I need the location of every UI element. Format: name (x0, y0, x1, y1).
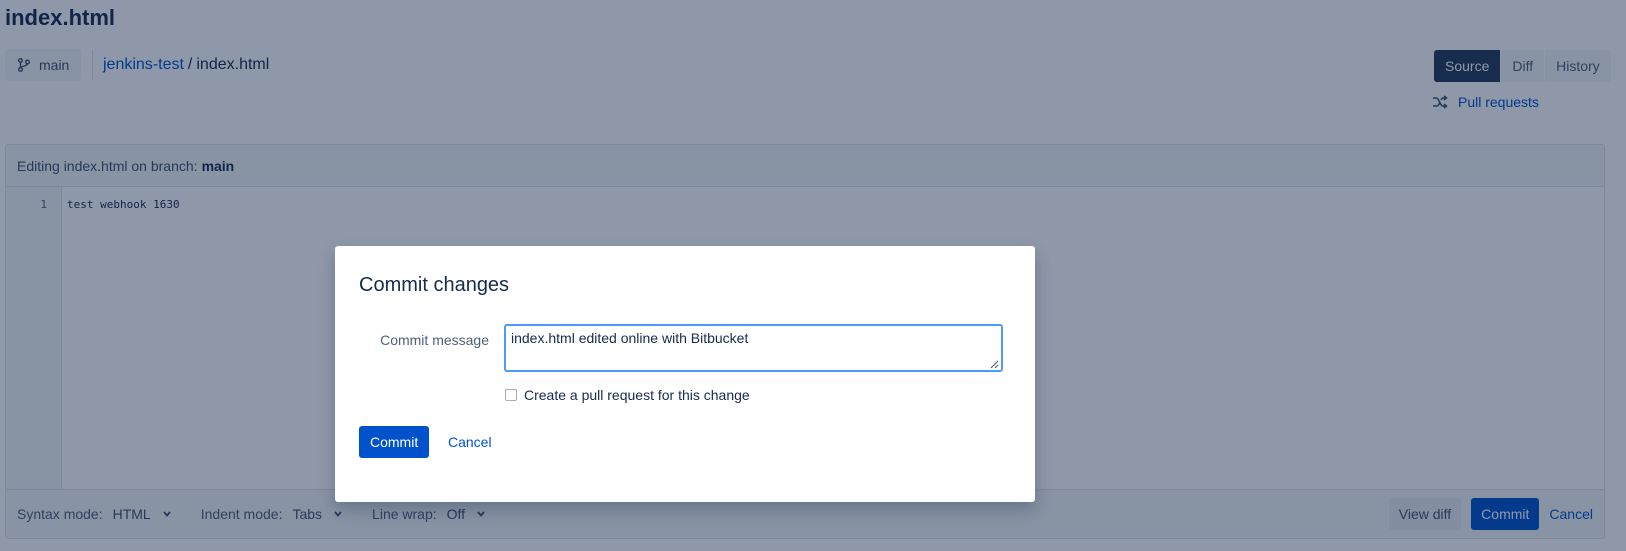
create-pr-checkbox[interactable] (505, 389, 517, 401)
resize-handle-icon[interactable] (990, 360, 999, 369)
commit-message-input[interactable]: index.html edited online with Bitbucket (504, 324, 1003, 372)
commit-button[interactable]: Commit (359, 426, 430, 458)
create-pr-checkbox-row[interactable]: Create a pull request for this change (505, 387, 750, 403)
dialog-title: Commit changes (359, 274, 510, 296)
commit-changes-dialog: Commit changes Commit message index.html… (335, 246, 1035, 502)
create-pr-label: Create a pull request for this change (524, 387, 750, 403)
cancel-link[interactable]: Cancel (448, 434, 492, 450)
commit-message-label: Commit message (380, 332, 489, 348)
source-page: index.html main jenkins-test / index.html … (0, 0, 1626, 551)
